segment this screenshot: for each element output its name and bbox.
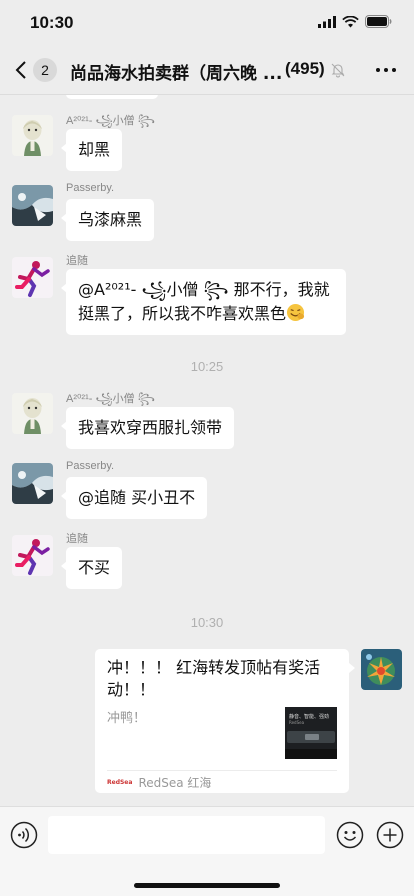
message-bubble[interactable]: @追随 买小丑不 [60, 477, 208, 519]
status-time: 10:30 [30, 13, 74, 32]
chevron-left-icon[interactable] [12, 58, 32, 82]
input-bar [0, 806, 414, 896]
chat-area[interactable]: A²⁰²¹- ꧁小僧 ꧂ 却黑 Passerby. 乌漆麻黑 追随 @A²⁰²¹… [0, 94, 414, 806]
status-bar: 10:30 [0, 0, 414, 46]
facepalm-laugh-emoji-icon [286, 303, 305, 322]
message-input[interactable] [48, 816, 325, 854]
voice-icon[interactable] [10, 821, 38, 849]
mention[interactable]: @A²⁰²¹- ꧁小僧 ꧂ [78, 280, 229, 299]
bell-off-icon [331, 63, 345, 78]
unread-badge[interactable]: 2 [33, 58, 57, 82]
sender-name: Passerby. [66, 182, 115, 194]
link-card-title: 冲！！！ 红海转发顶帖有奖活动！！ [107, 658, 321, 699]
link-card-thumbnail: 静音、智能、强劲 RedSea [285, 707, 337, 759]
avatar[interactable] [12, 393, 53, 434]
status-icons [318, 15, 392, 28]
avatar[interactable] [12, 257, 53, 298]
avatar[interactable] [12, 115, 53, 156]
plus-icon[interactable] [376, 821, 404, 849]
signal-icon [318, 15, 336, 28]
link-card-source-label: RedSea 红海 [138, 776, 212, 790]
avatar[interactable] [12, 185, 53, 226]
thumbnail-logo: RedSea [289, 720, 305, 725]
link-card-divider [107, 770, 337, 771]
message-bubble[interactable]: 不买 [60, 547, 123, 589]
message-bubble[interactable]: 我喜欢穿西服扎领带 [60, 407, 235, 449]
sender-name: 追随 [66, 533, 88, 545]
avatar[interactable] [12, 463, 53, 504]
sender-name: 追随 [66, 255, 88, 267]
emoji-icon[interactable] [336, 821, 364, 849]
link-card-description: 冲鸭！ [107, 711, 147, 726]
message-bubble[interactable]: @A²⁰²¹- ꧁小僧 ꧂ 那不行，我就挺黑了，所以我不咋喜欢黑色 [61, 269, 346, 335]
thumbnail-caption: 静音、智能、强劲 [289, 714, 330, 720]
avatar[interactable] [12, 535, 53, 576]
previous-bubble-edge [66, 95, 158, 99]
home-indicator [134, 883, 280, 888]
link-card[interactable]: 冲！！！ 红海转发顶帖有奖活动！！ 冲鸭！ 静音、智能、强劲 RedSea Re… [95, 649, 355, 793]
nav-bar: 2 尚品海水拍卖群（周六晚 ... (495) [0, 46, 414, 94]
sender-name: Passerby. [66, 460, 115, 472]
message-bubble[interactable]: 却黑 [60, 129, 123, 171]
my-avatar[interactable] [361, 649, 402, 690]
timestamp: 10:30 [190, 615, 224, 630]
battery-icon [365, 15, 392, 28]
chat-title[interactable]: 尚品海水拍卖群（周六晚 ... [70, 59, 282, 84]
timestamp: 10:25 [190, 359, 224, 374]
member-count: (495) [285, 59, 325, 78]
link-card-source: RedSea RedSea 红海 [107, 774, 211, 791]
message-bubble[interactable]: 乌漆麻黑 [60, 199, 155, 241]
redsea-logo-icon: RedSea [107, 779, 133, 786]
wifi-icon [342, 15, 359, 27]
more-icon[interactable] [376, 68, 396, 72]
